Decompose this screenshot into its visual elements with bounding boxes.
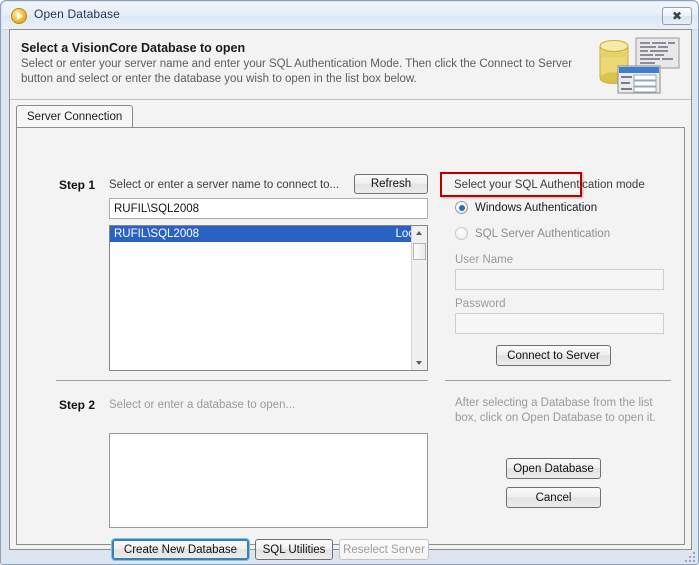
step2-instruction: Select or enter a database to open... [109, 399, 296, 411]
header-description-line1: Select or enter your server name and ent… [21, 58, 573, 70]
radio-windows-authentication-label: Windows Authentication [475, 201, 598, 214]
header-title: Select a VisionCore Database to open [21, 41, 246, 55]
radio-windows-authentication[interactable]: Windows Authentication [455, 201, 597, 214]
open-database-button[interactable]: Open Database [506, 458, 601, 479]
connect-to-server-button[interactable]: Connect to Server [496, 345, 611, 366]
server-list-item-name: RUFIL\SQL2008 [114, 228, 200, 240]
server-listbox[interactable]: RUFIL\SQL2008 Local [109, 225, 428, 371]
separator-right [445, 380, 671, 381]
step1-label: Step 1 [59, 178, 96, 192]
dialog-client-area: Select a VisionCore Database to open Sel… [9, 29, 692, 560]
scroll-down-arrow-icon[interactable] [412, 355, 427, 370]
scrollbar-thumb[interactable] [413, 243, 426, 260]
header-banner: Select a VisionCore Database to open Sel… [10, 30, 691, 100]
server-listbox-scrollbar[interactable] [411, 226, 427, 370]
list-item[interactable]: RUFIL\SQL2008 Local [110, 226, 427, 242]
radio-checked-icon [455, 201, 468, 214]
close-icon: ✖ [671, 9, 683, 23]
username-input[interactable] [455, 269, 664, 290]
password-label: Password [455, 298, 506, 310]
create-new-database-button[interactable]: Create New Database [112, 539, 249, 560]
play-circle-icon [11, 8, 27, 24]
reselect-server-button: Reselect Server [339, 539, 429, 560]
auth-heading: Select your SQL Authentication mode [454, 179, 645, 191]
scroll-up-arrow-icon[interactable] [412, 226, 427, 241]
database-listbox[interactable] [109, 433, 428, 528]
tab-panel-server-connection: Step 1 Select or enter a server name to … [16, 127, 685, 560]
title-bar: Open Database ✖ [2, 2, 698, 30]
separator-left [56, 380, 428, 381]
step2-label: Step 2 [59, 398, 96, 412]
window-title: Open Database [34, 7, 121, 21]
open-database-hint-line1: After selecting a Database from the list [455, 397, 653, 409]
radio-sql-server-authentication[interactable]: SQL Server Authentication [455, 227, 610, 240]
open-database-dialog: Open Database ✖ Select a VisionCore Data… [0, 0, 699, 565]
cancel-button[interactable]: Cancel [506, 487, 601, 508]
tab-server-connection[interactable]: Server Connection [16, 105, 134, 128]
password-input[interactable] [455, 313, 664, 334]
server-name-input[interactable] [109, 198, 428, 219]
open-database-hint-line2: box, click on Open Database to open it. [455, 412, 656, 424]
refresh-button[interactable]: Refresh [354, 174, 428, 194]
username-label: User Name [455, 254, 514, 266]
close-button[interactable]: ✖ [662, 7, 692, 25]
tab-strip: Server Connection [16, 105, 685, 128]
radio-sql-server-authentication-label: SQL Server Authentication [475, 227, 611, 240]
database-cylinder-icon [599, 37, 680, 94]
radio-unchecked-icon [455, 227, 468, 240]
header-description-line2: button and select or enter the database … [21, 73, 417, 85]
sql-utilities-button[interactable]: SQL Utilities [255, 539, 333, 560]
step1-instruction: Select or enter a server name to connect… [109, 179, 340, 191]
resize-grip[interactable] [683, 550, 695, 562]
